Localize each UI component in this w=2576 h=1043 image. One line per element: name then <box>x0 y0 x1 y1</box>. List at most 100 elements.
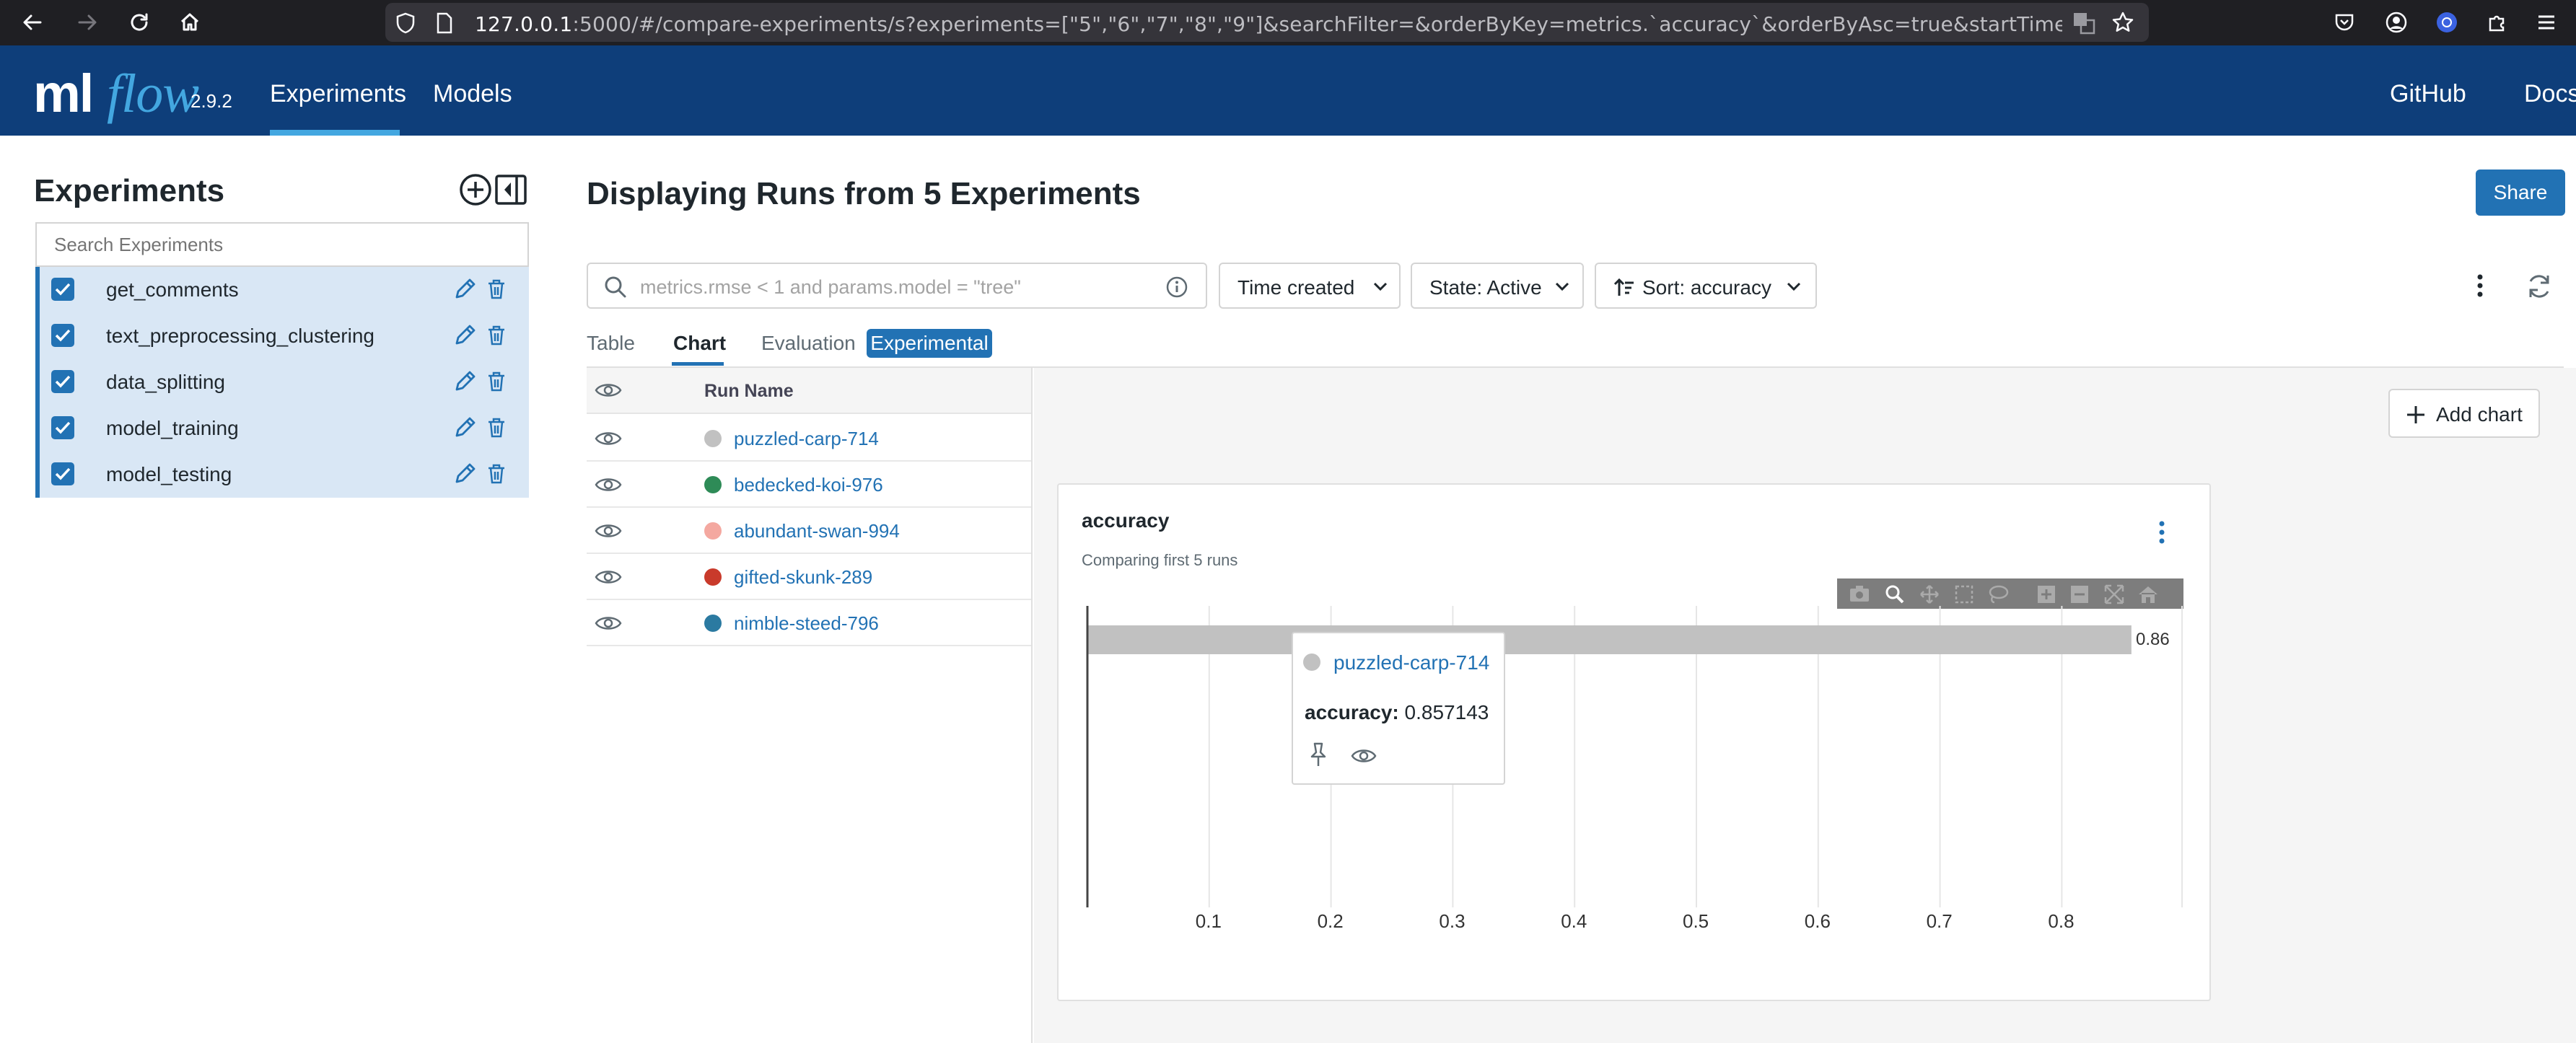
edit-icon[interactable] <box>452 462 477 486</box>
url-text[interactable]: 127.0.0.1:5000/#/compare-experiments/s?e… <box>475 12 2062 36</box>
experiment-row[interactable]: get_comments <box>40 267 529 313</box>
chart-options-icon[interactable] <box>2152 518 2171 547</box>
autoscale-icon[interactable] <box>2104 584 2124 604</box>
run-row[interactable]: puzzled-carp-714 <box>587 415 1031 462</box>
shield-icon[interactable] <box>395 12 416 34</box>
edit-icon[interactable] <box>452 323 477 348</box>
trash-icon[interactable] <box>486 370 507 393</box>
chart-tooltip: puzzled-carp-714 accuracy: 0.857143 <box>1292 632 1505 785</box>
eye-icon[interactable] <box>594 473 623 496</box>
trash-icon[interactable] <box>486 416 507 439</box>
share-button[interactable]: Share <box>2476 170 2565 216</box>
edit-icon[interactable] <box>452 415 477 440</box>
tab-evaluation[interactable]: Evaluation <box>761 332 856 355</box>
zoom-icon[interactable] <box>1885 584 1905 604</box>
nav-experiments[interactable]: Experiments <box>270 80 406 108</box>
nav-github[interactable]: GitHub <box>2390 80 2466 108</box>
experiment-checkbox[interactable] <box>51 324 74 347</box>
experiment-row[interactable]: text_preprocessing_clustering <box>40 313 529 359</box>
tooltip-run-name[interactable]: puzzled-carp-714 <box>1333 651 1489 674</box>
run-row[interactable]: bedecked-koi-976 <box>587 462 1031 508</box>
experiment-checkbox[interactable] <box>51 416 74 439</box>
experiment-row[interactable]: model_testing <box>40 452 529 498</box>
run-row[interactable]: abundant-swan-994 <box>587 508 1031 554</box>
vpn-extension-icon[interactable] <box>2430 6 2463 39</box>
time-created-dropdown[interactable]: Time created <box>1219 263 1401 309</box>
camera-icon[interactable] <box>1849 584 1870 603</box>
experiment-name[interactable]: get_comments <box>106 278 239 302</box>
experiment-list: get_comments text_preprocessing_clusterin… <box>35 267 529 498</box>
eye-icon[interactable] <box>594 427 623 450</box>
refresh-icon[interactable] <box>2525 273 2553 300</box>
run-name-link[interactable]: abundant-swan-994 <box>734 520 900 542</box>
address-bar[interactable]: 127.0.0.1:5000/#/compare-experiments/s?e… <box>385 3 2149 42</box>
eye-icon[interactable] <box>594 565 623 589</box>
reload-icon[interactable] <box>123 6 156 39</box>
experiment-checkbox[interactable] <box>51 370 74 393</box>
zoom-out-icon[interactable] <box>2069 584 2090 604</box>
back-icon[interactable] <box>16 6 49 39</box>
nav-models[interactable]: Models <box>433 80 512 108</box>
trash-icon[interactable] <box>486 324 507 347</box>
pocket-icon[interactable] <box>2328 6 2361 39</box>
edit-icon[interactable] <box>452 277 477 302</box>
sort-dropdown[interactable]: Sort: accuracy <box>1595 263 1817 309</box>
info-icon[interactable] <box>1165 276 1188 299</box>
eye-icon[interactable] <box>594 612 623 635</box>
extensions-icon[interactable] <box>2481 6 2514 39</box>
tooltip-run-color-dot <box>1303 653 1320 671</box>
run-name-header[interactable]: Run Name <box>704 381 794 402</box>
run-name-link[interactable]: nimble-steed-796 <box>734 612 879 635</box>
experiment-checkbox[interactable] <box>51 278 74 301</box>
add-experiment-icon[interactable] <box>459 173 492 206</box>
pan-icon[interactable] <box>1919 584 1940 604</box>
run-row[interactable]: nimble-steed-796 <box>587 600 1031 646</box>
more-options-icon[interactable] <box>2471 271 2489 300</box>
run-row[interactable]: gifted-skunk-289 <box>587 554 1031 600</box>
run-name-link[interactable]: bedecked-koi-976 <box>734 474 883 496</box>
star-icon[interactable] <box>2111 11 2134 34</box>
menu-icon[interactable] <box>2530 6 2563 39</box>
tab-table[interactable]: Table <box>587 332 635 355</box>
experiment-name[interactable]: model_testing <box>106 463 232 486</box>
experiment-search-input[interactable] <box>35 222 529 267</box>
plus-icon <box>2406 405 2426 425</box>
sidebar-title: Experiments <box>34 173 225 208</box>
experiment-row[interactable]: model_training <box>40 405 529 452</box>
translate-icon[interactable] <box>2072 12 2095 35</box>
zoom-in-icon[interactable] <box>2036 584 2056 604</box>
search-icon <box>604 276 627 299</box>
add-chart-button[interactable]: Add chart <box>2388 389 2540 438</box>
accuracy-bar-plot[interactable] <box>1082 606 2194 923</box>
toggle-all-visibility-icon[interactable] <box>594 379 623 401</box>
tab-chart[interactable]: Chart <box>673 332 726 355</box>
trash-icon[interactable] <box>486 278 507 301</box>
collapse-sidebar-icon[interactable] <box>495 175 527 205</box>
experiment-row[interactable]: data_splitting <box>40 359 529 405</box>
eye-icon[interactable] <box>1351 746 1377 766</box>
tooltip-metric-value: 0.857143 <box>1404 701 1489 723</box>
box-select-icon[interactable] <box>1954 584 1974 604</box>
edit-icon[interactable] <box>452 369 477 394</box>
x-tick-label: 0.5 <box>1683 910 1709 932</box>
home-icon[interactable] <box>173 6 206 39</box>
reset-axes-icon[interactable] <box>2137 584 2159 604</box>
bar-puzzled-carp-714[interactable] <box>1087 625 2132 654</box>
run-name-link[interactable]: gifted-skunk-289 <box>734 566 872 589</box>
run-name-link[interactable]: puzzled-carp-714 <box>734 428 879 450</box>
experiment-name[interactable]: text_preprocessing_clustering <box>106 325 374 348</box>
lasso-icon[interactable] <box>1987 584 2009 604</box>
sort-icon <box>1613 277 1635 297</box>
forward-icon[interactable] <box>71 6 104 39</box>
x-tick-label: 0.3 <box>1439 910 1466 932</box>
run-filter-input[interactable]: metrics.rmse < 1 and params.model = "tre… <box>587 263 1207 309</box>
experiment-name[interactable]: data_splitting <box>106 371 225 394</box>
trash-icon[interactable] <box>486 462 507 485</box>
experiment-name[interactable]: model_training <box>106 417 239 440</box>
nav-docs[interactable]: Docs <box>2524 80 2576 108</box>
eye-icon[interactable] <box>594 519 623 542</box>
state-dropdown[interactable]: State: Active <box>1411 263 1584 309</box>
account-icon[interactable] <box>2380 6 2413 39</box>
experiment-checkbox[interactable] <box>51 462 74 485</box>
pin-icon[interactable] <box>1307 741 1329 767</box>
